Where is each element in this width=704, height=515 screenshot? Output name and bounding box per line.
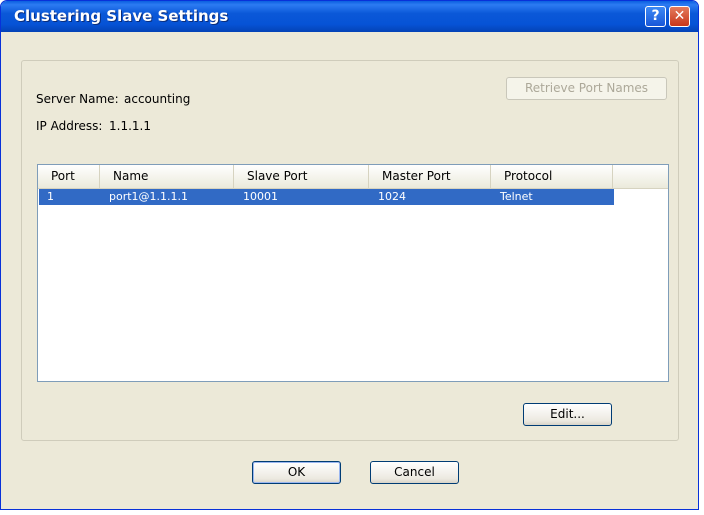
column-header-master-port[interactable]: Master Port <box>369 165 491 188</box>
ports-list-view[interactable]: Port Name Slave Port Master Port Protoco… <box>37 164 669 382</box>
list-header: Port Name Slave Port Master Port Protoco… <box>38 165 668 189</box>
server-name-value: accounting <box>124 92 191 106</box>
dialog-window: Clustering Slave Settings ? ✕ Retrieve P… <box>0 0 699 510</box>
column-header-name[interactable]: Name <box>100 165 234 188</box>
close-button[interactable]: ✕ <box>669 6 690 27</box>
window-title: Clustering Slave Settings <box>14 7 229 25</box>
retrieve-port-names-button[interactable]: Retrieve Port Names <box>506 77 667 100</box>
cell-master-port: 1024 <box>378 190 406 203</box>
column-header-port[interactable]: Port <box>38 165 100 188</box>
ok-button[interactable]: OK <box>252 461 341 484</box>
cell-slave-port: 10001 <box>243 190 278 203</box>
server-name-label: Server Name: <box>36 92 119 106</box>
cancel-button[interactable]: Cancel <box>370 461 459 484</box>
ip-address-value: 1.1.1.1 <box>109 119 151 133</box>
table-row[interactable]: 1 port1@1.1.1.1 10001 1024 Telnet <box>39 189 614 205</box>
edit-button[interactable]: Edit... <box>523 403 612 426</box>
cell-port: 1 <box>47 190 54 203</box>
title-bar[interactable]: Clustering Slave Settings ? ✕ <box>1 1 698 32</box>
column-header-protocol[interactable]: Protocol <box>491 165 613 188</box>
help-button[interactable]: ? <box>645 6 666 27</box>
cell-protocol: Telnet <box>500 190 533 203</box>
ip-address-label: IP Address: <box>36 119 103 133</box>
column-header-slave-port[interactable]: Slave Port <box>234 165 369 188</box>
cell-name: port1@1.1.1.1 <box>109 190 189 203</box>
